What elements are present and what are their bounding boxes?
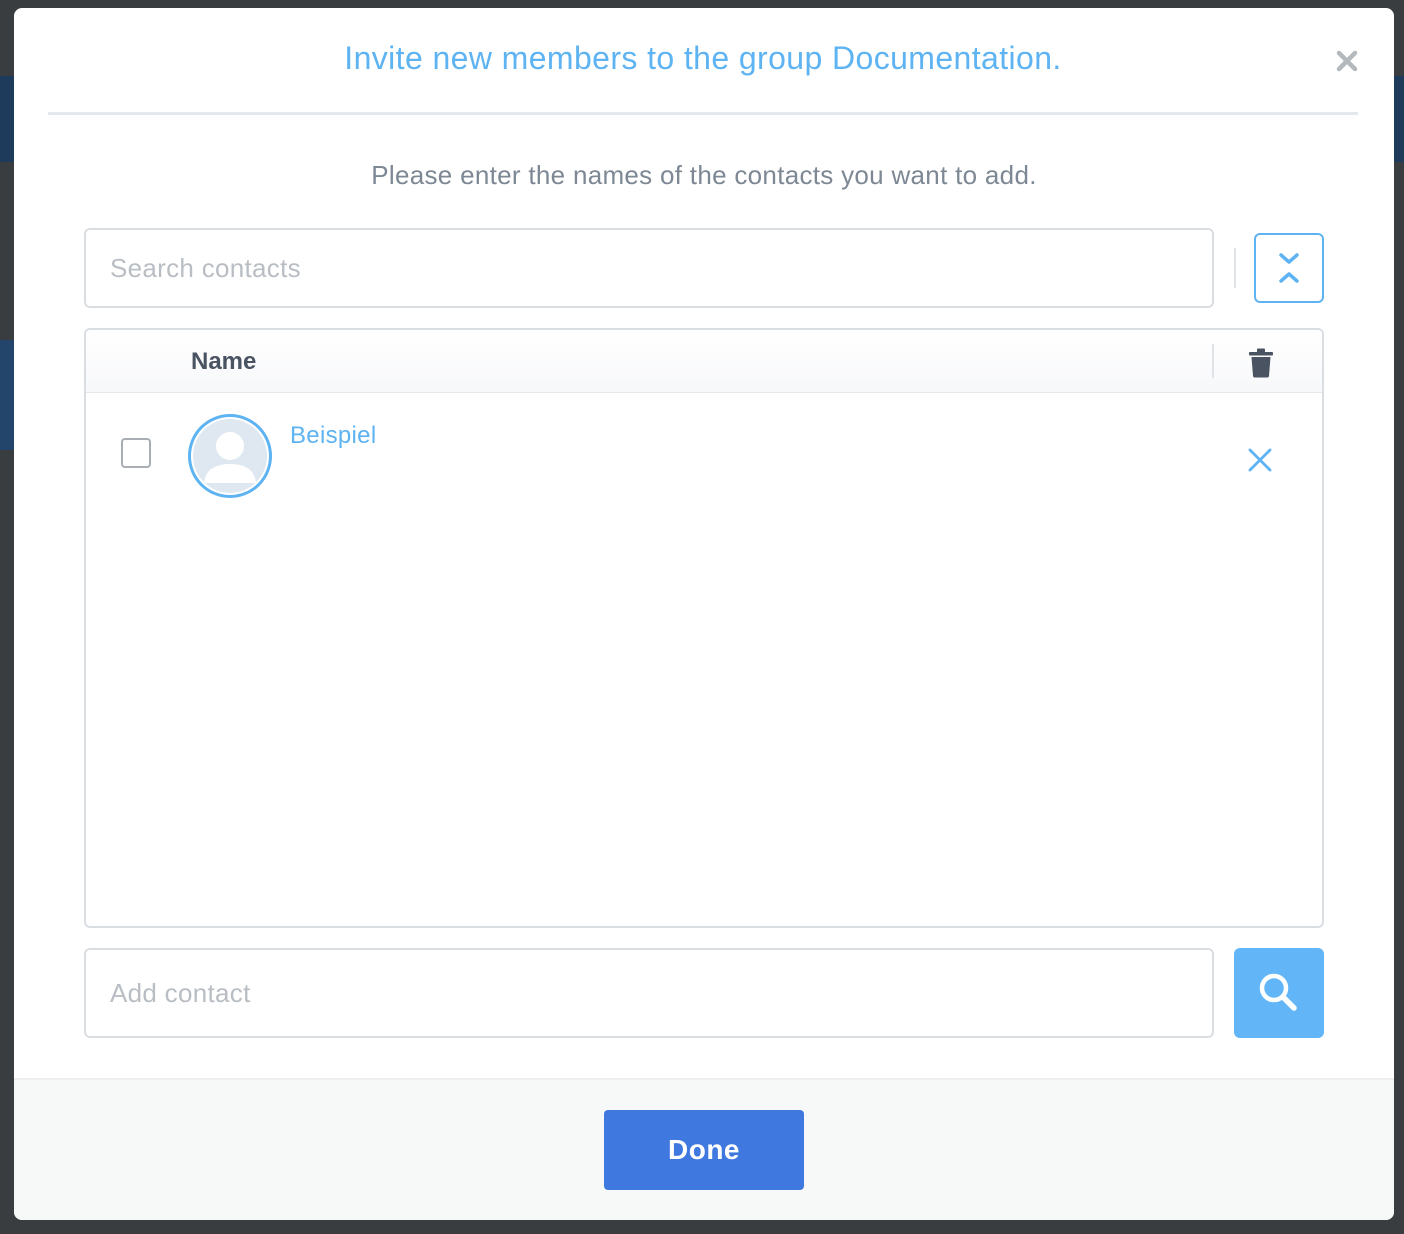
row-checkbox[interactable] — [121, 438, 151, 468]
expand-collapse-button[interactable] — [1254, 233, 1324, 303]
remove-contact-button[interactable] — [1246, 446, 1274, 474]
dialog-header: Invite new members to the group Document… — [48, 8, 1358, 115]
search-contacts-input[interactable] — [84, 228, 1214, 308]
close-icon — [1336, 50, 1358, 72]
dialog-footer: Done — [14, 1078, 1394, 1220]
remove-icon — [1248, 448, 1272, 472]
header-divider — [1212, 344, 1214, 378]
column-header-name: Name — [191, 348, 257, 375]
search-divider — [1234, 248, 1236, 288]
expand-collapse-icon — [1279, 253, 1299, 283]
table-row[interactable]: Beispiel — [86, 394, 1322, 514]
contact-name[interactable]: Beispiel — [290, 422, 376, 450]
instruction-text: Please enter the names of the contacts y… — [371, 160, 1037, 190]
user-placeholder-icon — [193, 419, 267, 493]
contacts-table: Name Beispiel — [84, 328, 1324, 928]
add-contact-input[interactable] — [84, 948, 1214, 1038]
trash-icon — [1249, 348, 1273, 378]
search-icon — [1259, 973, 1297, 1011]
background-app-panel — [0, 340, 14, 450]
done-button[interactable]: Done — [604, 1110, 804, 1190]
delete-selected-button[interactable] — [1248, 348, 1274, 378]
avatar — [188, 414, 272, 498]
dialog-title: Invite new members to the group Document… — [344, 40, 1062, 76]
table-header: Name — [86, 330, 1322, 393]
close-button[interactable] — [1330, 44, 1364, 78]
search-button[interactable] — [1234, 948, 1324, 1038]
invite-members-dialog: Invite new members to the group Document… — [14, 8, 1394, 1220]
